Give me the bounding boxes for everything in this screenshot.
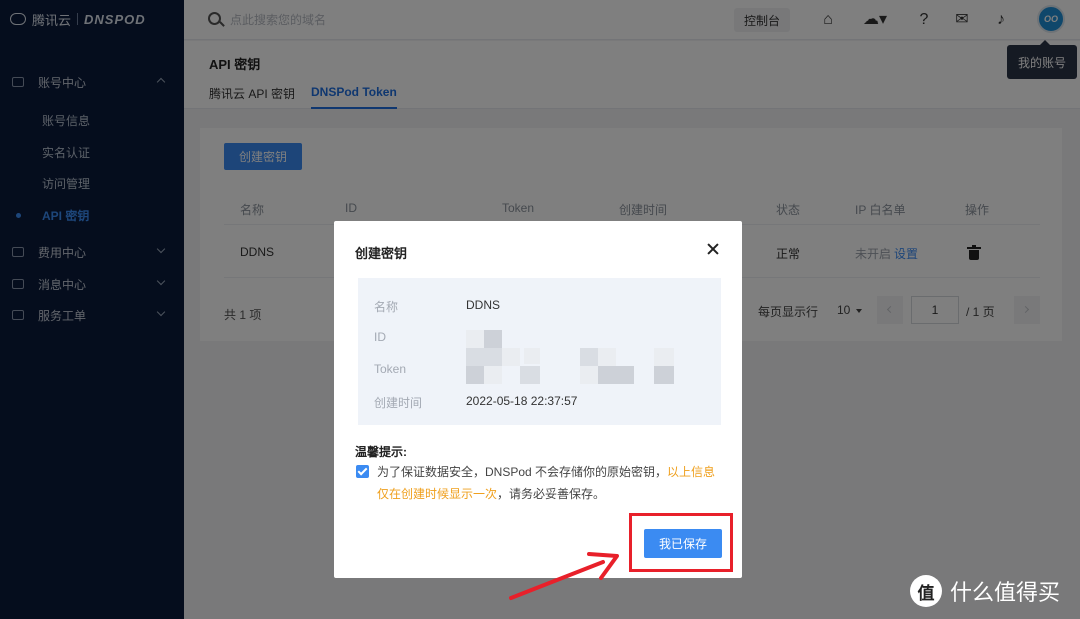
close-icon[interactable] [706,242,720,256]
confirm-checkbox[interactable] [356,465,369,478]
field-label-token: Token [374,362,407,376]
field-label-created: 创建时间 [374,396,423,410]
tip-text: 为了保证数据安全，DNSPod 不会存储你的原始密钥，以上信息仅在创建时候显示一… [377,461,721,505]
field-label-name: 名称 [374,300,399,314]
key-info-box: 名称 DDNS ID Token 创建时间 2022-05-18 22:37:5… [358,278,721,425]
watermark-text: 什么值得买 [950,580,1061,605]
tip-title: 温馨提示: [355,445,407,459]
field-label-id: ID [374,330,386,344]
annotation-arrow-icon [509,552,619,600]
watermark-badge: 值 [910,575,942,607]
field-value-name: DDNS [466,298,501,312]
dialog-title: 创建密钥 [355,246,408,261]
annotation-highlight-box [629,513,733,572]
tip-body: 为了保证数据安全，DNSPod 不会存储你的原始密钥， [377,465,668,479]
tip-suffix: ，请务必妥善保存。 [497,487,606,501]
watermark: 值 什么值得买 [910,575,1060,607]
field-value-created: 2022-05-18 22:37:57 [466,394,578,408]
